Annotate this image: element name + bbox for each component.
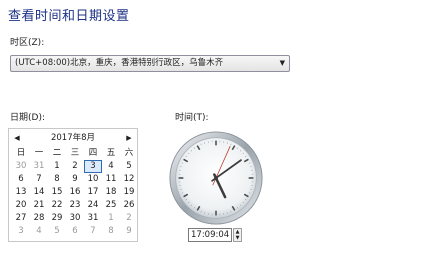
calendar-day[interactable]: 17 <box>84 186 102 199</box>
calendar-day[interactable]: 7 <box>30 173 48 186</box>
page-title: 查看时间和日期设置 <box>8 9 130 24</box>
calendar-day[interactable]: 27 <box>12 212 30 225</box>
weekday-header: 二 <box>52 148 62 158</box>
calendar-day[interactable]: 16 <box>66 186 84 199</box>
weekday-header: 日 <box>16 148 26 158</box>
weekday-header: 三 <box>70 148 80 158</box>
calendar-month-title[interactable]: 2017年8月 <box>51 133 95 143</box>
dropdown-arrow-icon: ▼ <box>279 59 285 67</box>
calendar-day[interactable]: 18 <box>102 186 120 199</box>
calendar-day[interactable]: 22 <box>48 199 66 212</box>
time-label: 时间(T): <box>175 113 209 123</box>
calendar-day[interactable]: 9 <box>66 173 84 186</box>
calendar-day[interactable]: 8 <box>102 225 120 238</box>
timezone-label: 时区(Z): <box>10 38 45 48</box>
weekday-header: 六 <box>124 148 134 158</box>
date-label: 日期(D): <box>10 113 45 123</box>
calendar-grid: 日一二三四五六 30 31 1 2 3 4 5 6 7 8 9 10 11 12 13 14 15 16 17 18 19… <box>12 147 137 238</box>
calendar-day[interactable]: 6 <box>66 225 84 238</box>
calendar-day[interactable]: 7 <box>84 225 102 238</box>
calendar-day[interactable]: 21 <box>30 199 48 212</box>
calendar-day[interactable]: 15 <box>48 186 66 199</box>
calendar-day[interactable]: 23 <box>66 199 84 212</box>
calendar-day[interactable]: 29 <box>48 212 66 225</box>
calendar-day[interactable]: 5 <box>48 225 66 238</box>
calendar-day[interactable]: 25 <box>102 199 120 212</box>
calendar-day[interactable]: 10 <box>84 173 102 186</box>
calendar-day[interactable]: 1 <box>48 160 66 173</box>
calendar-day[interactable]: 9 <box>120 225 138 238</box>
calendar-day[interactable]: 13 <box>12 186 30 199</box>
calendar-day[interactable]: 30 <box>66 212 84 225</box>
time-spinner[interactable]: ▲ ▼ <box>233 228 242 242</box>
calendar-day[interactable]: 6 <box>12 173 30 186</box>
calendar-day[interactable]: 24 <box>84 199 102 212</box>
calendar-day[interactable]: 2 <box>66 160 84 173</box>
calendar-day[interactable]: 5 <box>120 160 138 173</box>
weekday-header: 一 <box>34 148 44 158</box>
calendar-day[interactable]: 28 <box>30 212 48 225</box>
calendar-day[interactable]: 31 <box>30 160 48 173</box>
calendar-day[interactable]: 2 <box>120 212 138 225</box>
calendar-day[interactable]: 8 <box>48 173 66 186</box>
calendar-day[interactable]: 11 <box>102 173 120 186</box>
calendar-day[interactable]: 12 <box>120 173 138 186</box>
calendar-day[interactable]: 19 <box>120 186 138 199</box>
calendar-day[interactable]: 4 <box>102 160 120 173</box>
calendar-day[interactable]: 30 <box>12 160 30 173</box>
calendar-day[interactable]: 3 <box>84 160 102 173</box>
next-month-icon[interactable]: ▶ <box>123 129 135 147</box>
calendar-header: ◀ 2017年8月 ▶ <box>9 129 137 147</box>
weekday-header: 五 <box>106 148 116 158</box>
calendar-day[interactable]: 31 <box>84 212 102 225</box>
calendar-day[interactable]: 14 <box>30 186 48 199</box>
calendar-day[interactable]: 26 <box>120 199 138 212</box>
clock-center <box>214 176 218 180</box>
prev-month-icon[interactable]: ◀ <box>11 129 23 147</box>
time-input[interactable]: 17:09:04 <box>188 228 232 242</box>
calendar-day[interactable]: 3 <box>12 225 30 238</box>
timezone-dropdown[interactable]: (UTC+08:00)北京，重庆，香港特别行政区，乌鲁木齐 ▼ <box>10 55 290 72</box>
calendar-day[interactable]: 1 <box>102 212 120 225</box>
spin-down-icon[interactable]: ▼ <box>234 235 241 241</box>
calendar-day[interactable]: 4 <box>30 225 48 238</box>
calendar: ◀ 2017年8月 ▶ 日一二三四五六 30 31 1 2 3 4 5 6 7 8 9 10 11 12 13… <box>8 128 138 242</box>
timezone-value: (UTC+08:00)北京，重庆，香港特别行政区，乌鲁木齐 <box>15 58 224 68</box>
weekday-header: 四 <box>88 148 98 158</box>
calendar-day[interactable]: 20 <box>12 199 30 212</box>
analog-clock <box>169 131 263 225</box>
